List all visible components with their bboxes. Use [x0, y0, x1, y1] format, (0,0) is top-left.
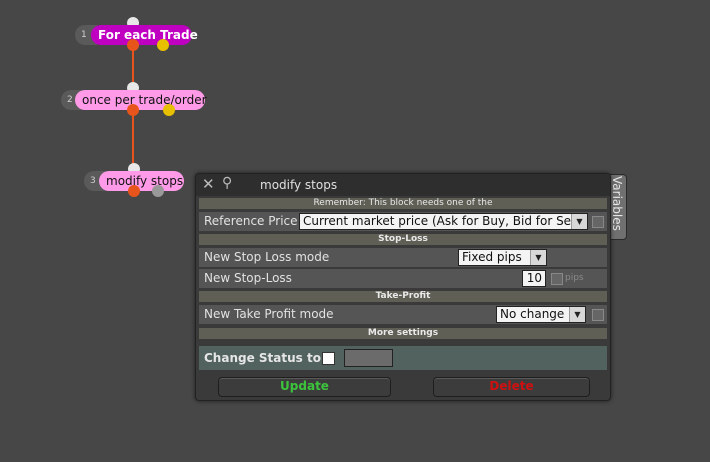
stop-loss-variable-checkbox[interactable] — [551, 273, 563, 285]
take-profit-variable-checkbox[interactable] — [592, 309, 604, 321]
block-note: Remember: This block needs one of the — [199, 198, 607, 209]
update-button[interactable]: Update — [218, 377, 391, 397]
delete-button[interactable]: Delete — [433, 377, 590, 397]
change-status-label: Change Status to — [204, 351, 321, 365]
more-settings-toggle[interactable]: More settings — [199, 328, 607, 339]
node-2-alt-port[interactable] — [163, 104, 175, 116]
take-profit-mode-label: New Take Profit mode — [204, 307, 334, 321]
stop-loss-input[interactable]: 10 — [522, 270, 546, 287]
panel-title: modify stops — [260, 178, 338, 192]
pin-icon[interactable]: ⚲ — [222, 175, 232, 191]
stop-loss-unit: pips — [565, 273, 584, 283]
reference-price-value: Current market price (Ask for Buy, Bid f… — [303, 214, 583, 228]
reference-price-select[interactable]: Current market price (Ask for Buy, Bid f… — [299, 213, 588, 230]
close-icon[interactable]: ✕ — [202, 177, 216, 192]
node-1-output-port[interactable] — [127, 39, 139, 51]
change-status-row: Change Status to — [199, 346, 607, 370]
stop-loss-row: New Stop-Loss 10 pips — [199, 269, 607, 288]
node-3-alt-port[interactable] — [152, 185, 164, 197]
take-profit-mode-value: No change — [500, 307, 565, 321]
chevron-down-icon: ▼ — [530, 250, 546, 265]
stop-loss-mode-value: Fixed pips — [462, 250, 522, 264]
node-3-output-port[interactable] — [128, 185, 140, 197]
section-stop-loss: Stop-Loss — [199, 234, 607, 245]
stop-loss-mode-select[interactable]: Fixed pips ▼ — [458, 249, 547, 266]
node-2-label: once per trade/order — [75, 90, 207, 110]
change-status-checkbox[interactable] — [322, 352, 335, 365]
chevron-down-icon: ▼ — [571, 214, 587, 229]
reference-price-row: Reference Price Current market price (As… — [199, 212, 607, 231]
take-profit-mode-select[interactable]: No change ▼ — [496, 306, 586, 323]
stop-loss-mode-label: New Stop Loss mode — [204, 250, 330, 264]
stop-loss-label: New Stop-Loss — [204, 271, 292, 285]
stop-loss-mode-row: New Stop Loss mode Fixed pips ▼ — [199, 248, 607, 267]
take-profit-mode-row: New Take Profit mode No change ▼ — [199, 305, 607, 324]
reference-price-label: Reference Price — [204, 214, 298, 228]
panel-titlebar: ✕ ⚲ modify stops — [196, 174, 610, 196]
reference-price-variable-checkbox[interactable] — [592, 216, 604, 228]
node-2-output-port[interactable] — [127, 104, 139, 116]
section-take-profit: Take-Profit — [199, 291, 607, 302]
node-1-alt-port[interactable] — [157, 39, 169, 51]
node-3-label: modify stops — [99, 171, 184, 191]
chevron-down-icon: ▼ — [569, 307, 585, 322]
block-properties-panel: ✕ ⚲ modify stops Remember: This block ne… — [195, 173, 611, 401]
node-1-label: For each Trade — [91, 25, 198, 45]
variables-tab-label: Variables — [610, 176, 624, 231]
status-color-swatch[interactable] — [344, 349, 393, 367]
